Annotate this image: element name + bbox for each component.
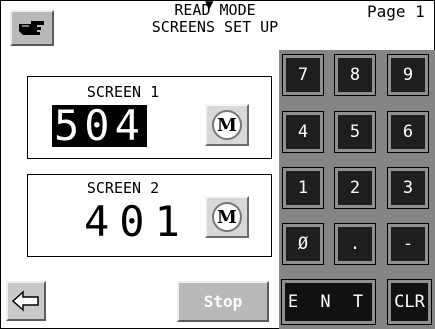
title-mode: READ MODE (174, 1, 256, 19)
screen-1-m-label: M (217, 114, 237, 136)
screen-2-panel: SCREEN 2 401 M (27, 174, 272, 257)
key-5[interactable]: 5 (334, 111, 376, 153)
screen-1-panel: SCREEN 1 504 M (27, 76, 272, 159)
title-screen-setup: SCREENS SET UP (151, 18, 279, 36)
key-4[interactable]: 4 (282, 111, 324, 153)
key-8[interactable]: 8 (334, 54, 376, 96)
numeric-keypad: 7 8 9 4 5 6 1 2 3 Ø . - E N T CLR (279, 50, 435, 329)
stop-button[interactable]: Stop (177, 281, 269, 322)
key-1[interactable]: 1 (282, 167, 324, 209)
screen-2-label: SCREEN 2 (86, 179, 160, 197)
key-7[interactable]: 7 (282, 54, 324, 96)
key-decimal[interactable]: . (334, 223, 376, 265)
screen-2-m-label: M (217, 206, 237, 228)
page-title: READ MODE SCREENS SET UP (140, 2, 290, 36)
screen-2-value-field[interactable]: 401 (84, 199, 190, 245)
screen-1-m-button[interactable]: M (205, 104, 249, 146)
key-3[interactable]: 3 (387, 167, 429, 209)
back-button[interactable] (6, 281, 46, 321)
hand-button[interactable] (10, 10, 54, 46)
key-9[interactable]: 9 (387, 54, 429, 96)
enter-button[interactable]: E N T (281, 279, 376, 325)
page-indicator: Page 1 (367, 2, 425, 21)
left-arrow-icon (11, 290, 39, 312)
key-2[interactable]: 2 (334, 167, 376, 209)
screen-2-m-button[interactable]: M (205, 196, 249, 238)
clear-button[interactable]: CLR (387, 279, 432, 325)
m-circle-icon: M (212, 110, 242, 140)
pointing-hand-icon (19, 21, 44, 35)
screen-1-value-field[interactable]: 504 (52, 105, 147, 147)
key-minus[interactable]: - (387, 223, 429, 265)
key-0[interactable]: Ø (282, 223, 324, 265)
m-circle-icon: M (212, 202, 242, 232)
key-6[interactable]: 6 (387, 111, 429, 153)
screen-1-label: SCREEN 1 (86, 83, 160, 101)
